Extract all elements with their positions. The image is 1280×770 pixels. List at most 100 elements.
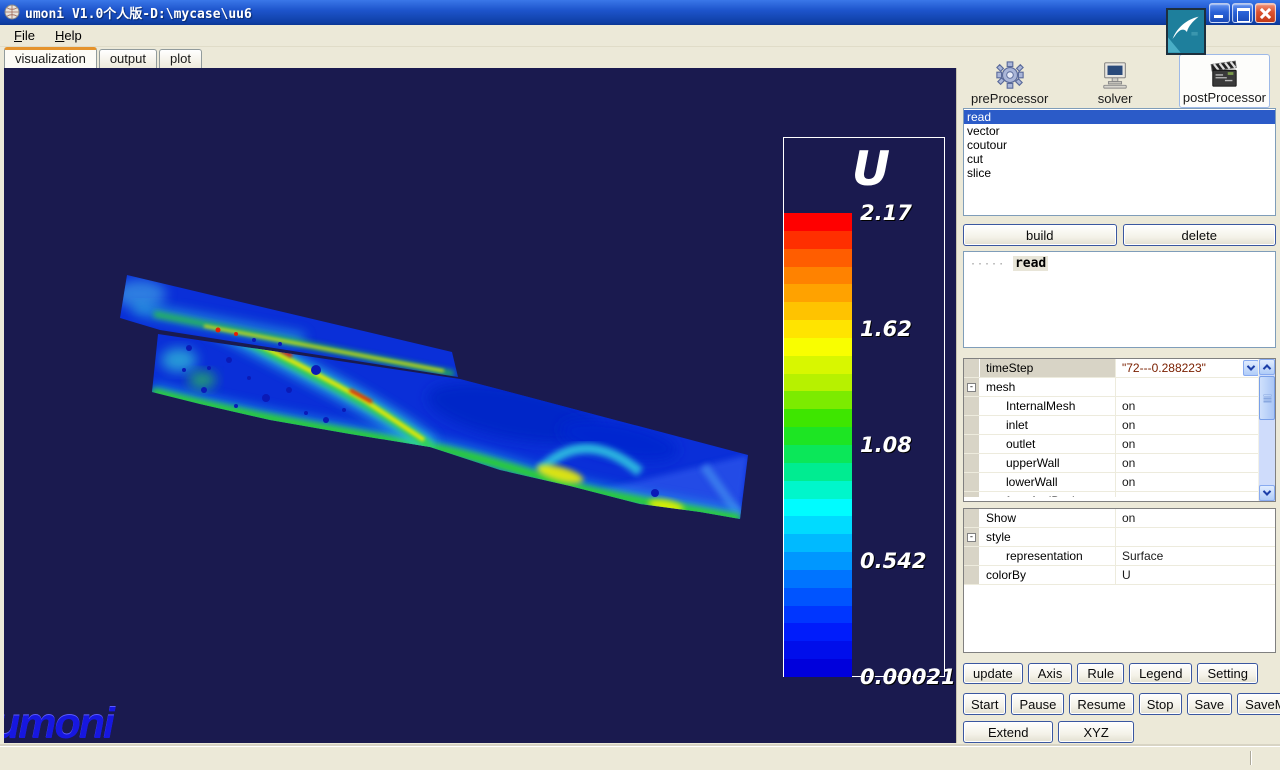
colorbar-band — [784, 641, 852, 659]
property-row-lowerWall[interactable]: lowerWallon — [964, 473, 1260, 492]
colorbar-band — [784, 356, 852, 374]
property-label: Show — [980, 509, 1116, 527]
row-gutter — [964, 397, 980, 415]
close-button[interactable] — [1255, 3, 1276, 23]
setting-button[interactable]: Setting — [1197, 663, 1257, 684]
property-value[interactable]: on — [1116, 416, 1260, 434]
postProcessor-button[interactable]: postProcessor — [1179, 54, 1270, 108]
colorbar-band — [784, 427, 852, 445]
status-bar — [0, 746, 1280, 770]
property-value[interactable]: on — [1116, 509, 1275, 527]
property-label: inlet — [980, 416, 1116, 434]
colorbar-band — [784, 659, 852, 677]
render-viewport[interactable]: U 2.171.621.080.5420.000216 umoni — [4, 68, 957, 743]
property-value[interactable]: on — [1116, 397, 1260, 415]
tab-output[interactable]: output — [99, 49, 157, 68]
collapse-expander-icon[interactable]: - — [967, 533, 976, 542]
colorbar-band — [784, 481, 852, 499]
row-gutter — [964, 416, 980, 434]
computer-icon — [1100, 58, 1130, 90]
colorbar-band — [784, 623, 852, 641]
list-item-slice[interactable]: slice — [964, 166, 1275, 180]
property-value[interactable]: on — [1116, 473, 1260, 491]
legend-tick-label: 0.000216 — [860, 665, 957, 689]
property-label: timeStep — [980, 359, 1116, 377]
axis-button[interactable]: Axis — [1028, 663, 1073, 684]
property-value[interactable]: U — [1116, 566, 1275, 584]
legend-button[interactable]: Legend — [1129, 663, 1192, 684]
colorbar-band — [784, 391, 852, 409]
property-value[interactable] — [1116, 492, 1260, 497]
list-item-cut[interactable]: cut — [964, 152, 1275, 166]
maximize-button[interactable] — [1232, 3, 1253, 23]
tab-visualization[interactable]: visualization — [4, 47, 97, 68]
pause-button[interactable]: Pause — [1011, 693, 1064, 715]
row-gutter — [964, 566, 980, 584]
property-value[interactable]: "72---0.288223" — [1116, 359, 1260, 377]
property-value[interactable]: Surface — [1116, 547, 1275, 565]
property-row-mesh[interactable]: -mesh — [964, 378, 1260, 397]
collapse-expander-icon[interactable]: - — [967, 383, 976, 392]
legend-tick-label: 1.62 — [860, 317, 957, 341]
property-row-outlet[interactable]: outleton — [964, 435, 1260, 454]
tab-plot[interactable]: plot — [159, 49, 202, 68]
property-value[interactable] — [1116, 528, 1275, 546]
clapper-icon — [1208, 57, 1240, 89]
scroll-down-icon[interactable] — [1259, 485, 1275, 501]
row-gutter: - — [964, 378, 980, 396]
list-item-coutour[interactable]: coutour — [964, 138, 1275, 152]
color-legend: U 2.171.621.080.5420.000216 — [783, 137, 945, 677]
legend-title: U — [784, 142, 944, 197]
solver-button[interactable]: solver — [1095, 56, 1136, 108]
property-row-colorBy[interactable]: colorByU — [964, 566, 1275, 585]
property-value[interactable] — [1116, 378, 1260, 396]
xyz-button[interactable]: XYZ — [1058, 721, 1133, 743]
app-icon[interactable] — [4, 4, 21, 21]
extend-button[interactable]: Extend — [963, 721, 1053, 743]
property-row-upperWall[interactable]: upperWallon — [964, 454, 1260, 473]
property-value[interactable]: on — [1116, 454, 1260, 472]
savemovie-button[interactable]: SaveMovie — [1237, 693, 1280, 715]
property-row-Show[interactable]: Showon — [964, 509, 1275, 528]
property-label: upperWall — [980, 454, 1116, 472]
property-row-frontAndBack[interactable]: frontAndBack — [964, 492, 1260, 497]
combo-dropdown-icon[interactable] — [1243, 360, 1259, 376]
property-row-representation[interactable]: representationSurface — [964, 547, 1275, 566]
status-separator — [1250, 751, 1252, 765]
menu-help[interactable]: Help — [47, 26, 90, 45]
property-row-style[interactable]: -style — [964, 528, 1275, 547]
scroll-thumb[interactable] — [1259, 376, 1275, 420]
property-value[interactable]: on — [1116, 435, 1260, 453]
tab-bar: visualizationoutputplot — [4, 47, 957, 68]
tree-item-read[interactable]: ····· read — [970, 256, 1275, 271]
resume-button[interactable]: Resume — [1069, 693, 1133, 715]
preProcessor-button[interactable]: preProcessor — [968, 56, 1051, 108]
property-row-timeStep[interactable]: timeStep"72---0.288223" — [964, 359, 1260, 378]
minimize-button[interactable] — [1209, 3, 1230, 23]
row-gutter — [964, 454, 980, 472]
property-row-inlet[interactable]: inleton — [964, 416, 1260, 435]
list-item-vector[interactable]: vector — [964, 124, 1275, 138]
rule-button[interactable]: Rule — [1077, 663, 1124, 684]
row-gutter — [964, 435, 980, 453]
save-button[interactable]: Save — [1187, 693, 1233, 715]
colorbar-band — [784, 213, 852, 231]
build-button[interactable]: build — [963, 224, 1117, 246]
row-gutter — [964, 492, 980, 497]
processor-toolbar: preProcessor solver postProcessor — [962, 50, 1276, 108]
colorbar — [784, 213, 852, 677]
list-item-read[interactable]: read — [964, 110, 1275, 124]
grid-scrollbar[interactable] — [1258, 359, 1275, 501]
colorbar-band — [784, 606, 852, 624]
property-label: outlet — [980, 435, 1116, 453]
colorbar-band — [784, 284, 852, 302]
solver-label: solver — [1098, 91, 1133, 106]
scroll-up-icon[interactable] — [1259, 359, 1275, 375]
update-button[interactable]: update — [963, 663, 1023, 684]
property-row-InternalMesh[interactable]: InternalMeshon — [964, 397, 1260, 416]
menu-file[interactable]: File — [6, 26, 43, 45]
stop-button[interactable]: Stop — [1139, 693, 1182, 715]
gear-icon — [995, 58, 1025, 90]
start-button[interactable]: Start — [963, 693, 1006, 715]
delete-button[interactable]: delete — [1123, 224, 1277, 246]
